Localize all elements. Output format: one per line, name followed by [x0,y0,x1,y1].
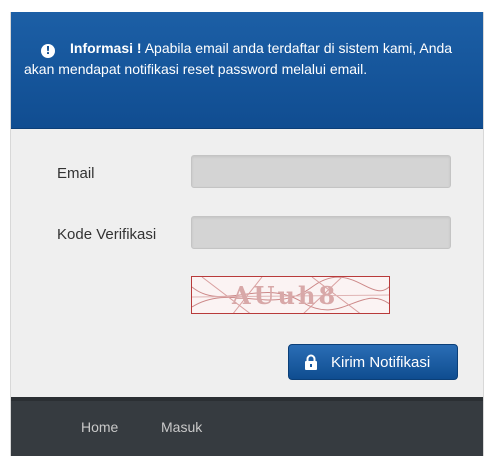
info-alert: ! Informasi ! Apabila email anda terdafta… [11,12,483,129]
reset-password-panel: ! Informasi ! Apabila email anda terdafta… [10,12,484,456]
send-notification-label: Kirim Notifikasi [331,353,431,371]
exclamation-circle-icon: ! [41,44,55,58]
footer-link-home[interactable]: Home [81,419,118,435]
verification-row: Kode Verifikasi [11,216,483,256]
info-title: Informasi ! [70,40,142,56]
lock-icon [305,354,317,370]
verification-code-field[interactable] [191,216,451,249]
captcha-text: AUuh8 [232,281,339,310]
send-notification-button[interactable]: Kirim Notifikasi [288,344,458,380]
email-label: Email [57,165,95,182]
verification-label: Kode Verifikasi [57,226,157,243]
footer-link-masuk[interactable]: Masuk [161,419,202,435]
footer-nav: Home Masuk [11,397,483,456]
captcha-image: AUuh8 [191,276,390,314]
email-row: Email [11,155,483,195]
email-field[interactable] [191,155,451,188]
